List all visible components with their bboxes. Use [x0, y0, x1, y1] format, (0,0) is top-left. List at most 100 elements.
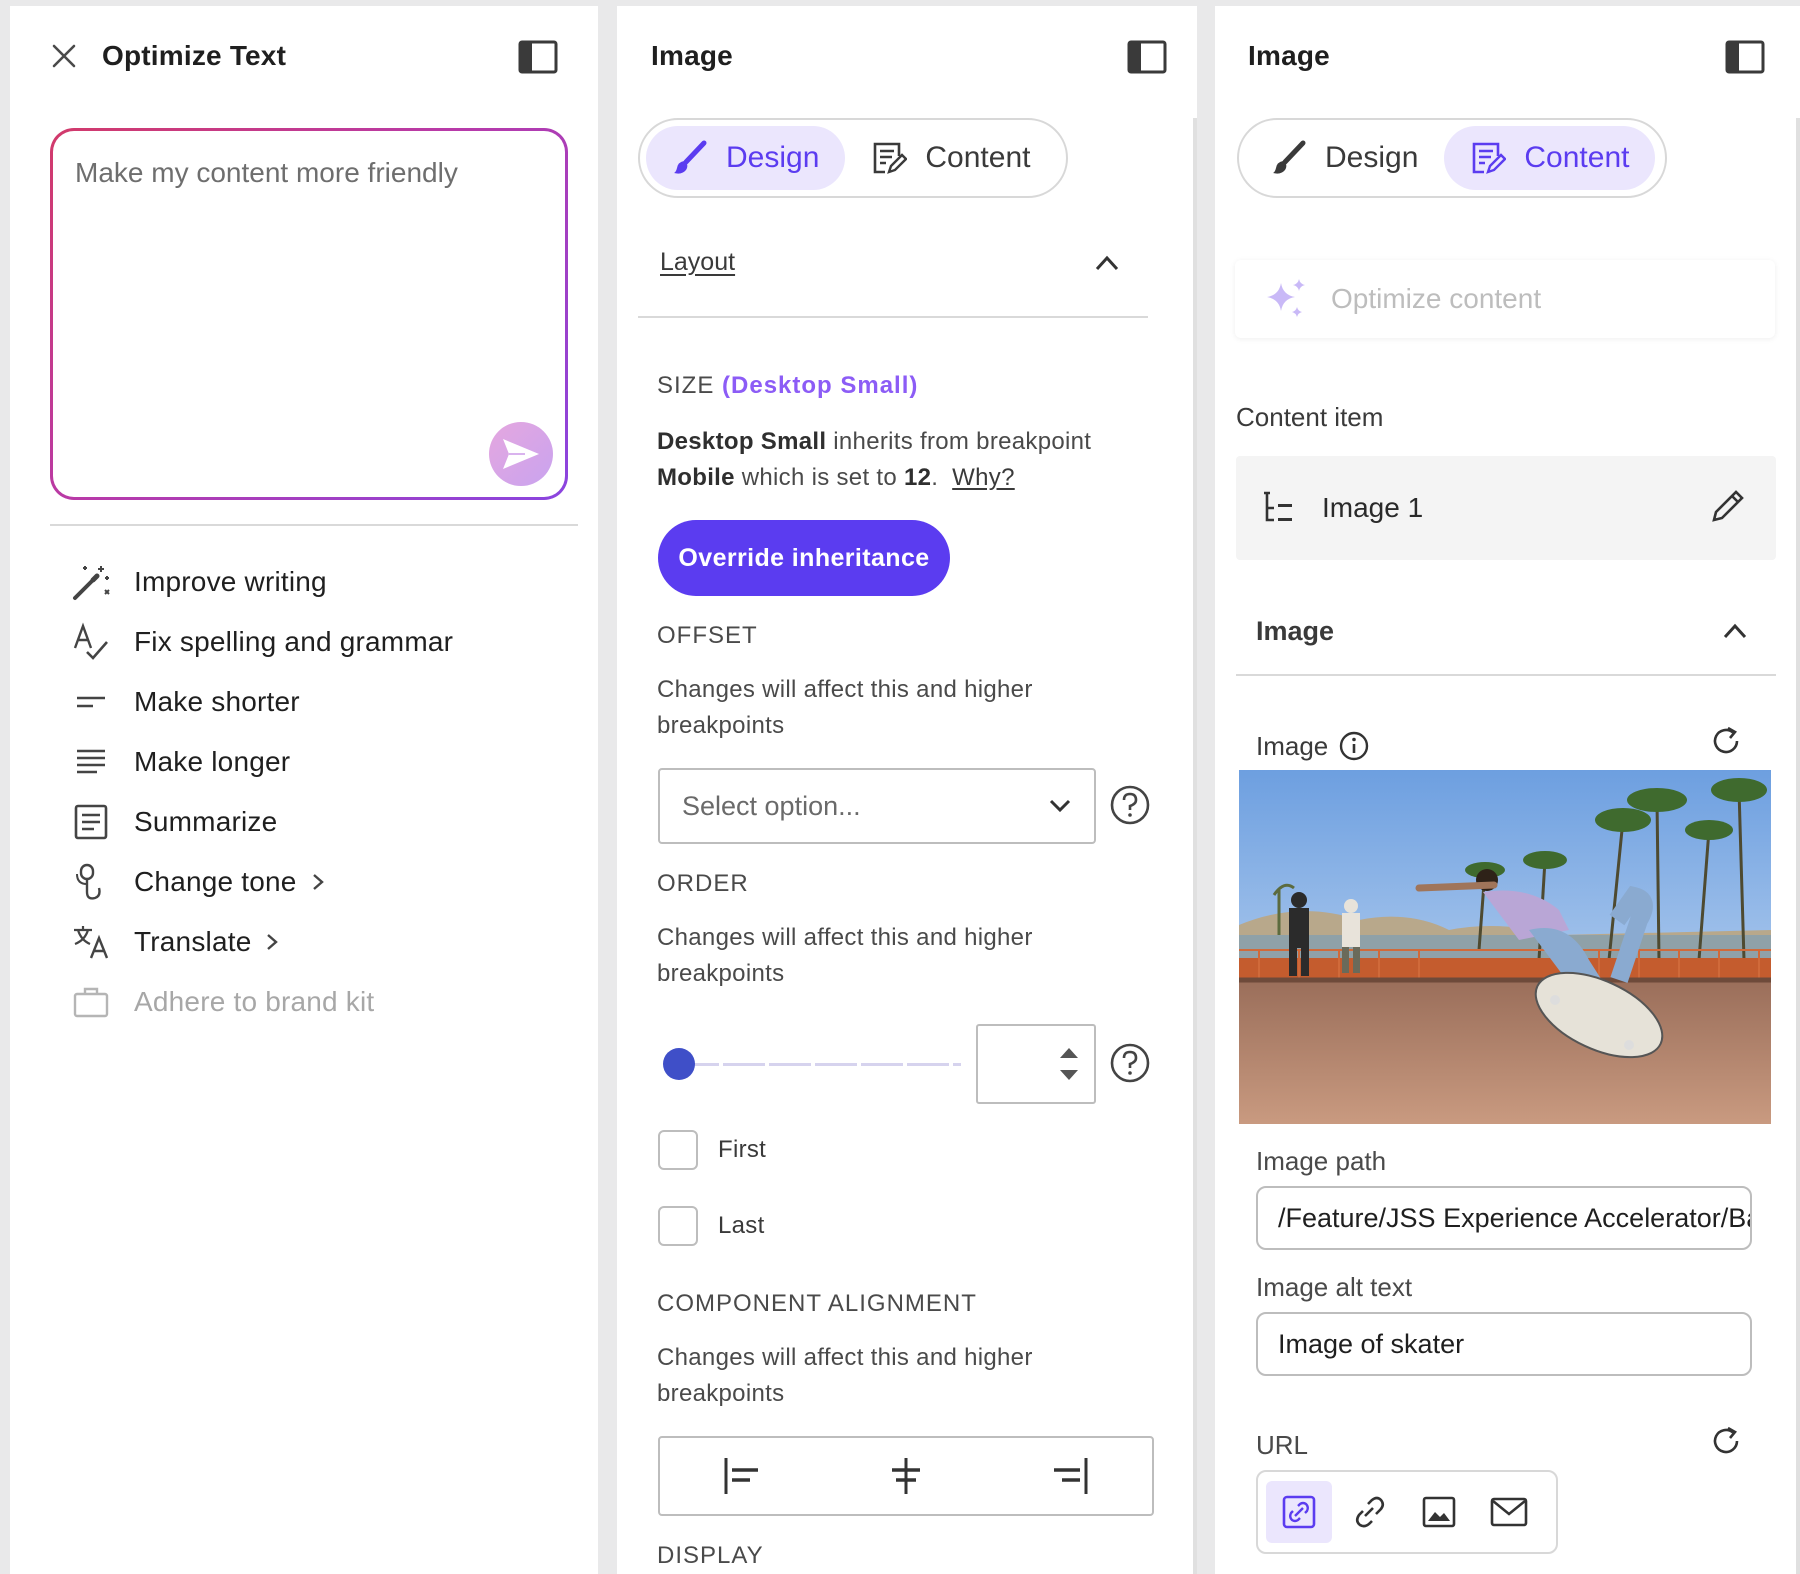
layout-section-header[interactable]: Layout: [638, 248, 1148, 318]
reset-icon[interactable]: [1709, 724, 1743, 758]
slider-track: [677, 1063, 961, 1066]
tab-design[interactable]: Design: [646, 126, 846, 190]
scrollbar[interactable]: [1193, 118, 1197, 1574]
summary-doc-icon: [70, 801, 112, 843]
translate-item[interactable]: Translate: [70, 912, 570, 972]
alignment-description: Changes will affect this and higher brea…: [657, 1344, 1033, 1407]
first-label: First: [718, 1136, 767, 1163]
microphone-icon: [70, 861, 112, 903]
make-longer-item[interactable]: Make longer: [70, 732, 570, 792]
fix-spelling-item[interactable]: Fix spelling and grammar: [70, 612, 570, 672]
brush-icon: [672, 140, 708, 176]
email-link-icon[interactable]: [1476, 1481, 1542, 1543]
internal-link-icon[interactable]: [1266, 1481, 1332, 1543]
optimize-content-button[interactable]: Optimize content: [1235, 260, 1775, 338]
briefcase-icon: [70, 981, 112, 1023]
override-inheritance-button[interactable]: Override inheritance: [658, 520, 950, 596]
spinner-icon[interactable]: [1058, 1044, 1080, 1084]
image-alt-input[interactable]: Image of skater: [1256, 1312, 1752, 1376]
help-icon[interactable]: [1109, 1042, 1151, 1084]
tab-content[interactable]: Content: [1444, 126, 1656, 190]
sparkle-icon: [1265, 277, 1309, 321]
reset-icon[interactable]: [1709, 1424, 1743, 1458]
inherit-text-1: inherits from breakpoint: [833, 428, 1092, 455]
content-item-name: Image 1: [1322, 492, 1424, 523]
close-icon[interactable]: [50, 42, 78, 70]
align-left-icon[interactable]: [712, 1446, 772, 1506]
short-lines-icon: [70, 681, 112, 723]
chevron-right-icon: [311, 872, 325, 892]
tab-content-label: Content: [925, 141, 1031, 174]
spellcheck-icon: [70, 621, 112, 663]
content-item-card[interactable]: Image 1: [1236, 456, 1776, 560]
inherit-text-2: which is set to: [741, 464, 897, 491]
url-label: URL: [1256, 1430, 1309, 1460]
send-icon: [503, 439, 539, 469]
pencil-icon[interactable]: [1710, 488, 1746, 524]
chevron-up-icon: [1094, 254, 1120, 272]
tab-design[interactable]: Design: [1245, 126, 1444, 190]
design-panel: Image Design Content Layout SIZE (Deskto…: [617, 0, 1197, 1574]
chevron-down-icon: [1048, 798, 1072, 814]
info-icon[interactable]: [1338, 730, 1370, 762]
why-link[interactable]: Why?: [952, 464, 1015, 491]
size-caption: SIZE (Desktop Small): [657, 372, 1167, 400]
offset-select-value: Select option...: [682, 790, 861, 821]
order-caption: ORDER: [657, 870, 749, 897]
long-lines-icon: [70, 741, 112, 783]
order-slider[interactable]: [663, 1046, 961, 1082]
align-right-icon[interactable]: [1040, 1446, 1100, 1506]
inheritance-note: Desktop Small inherits from breakpoint M…: [657, 424, 1167, 496]
image-section-header[interactable]: Image: [1236, 596, 1776, 676]
tree-structure-icon: [1260, 490, 1296, 526]
last-checkbox-row[interactable]: Last: [658, 1206, 765, 1246]
content-panel: Image Design Content Optimize content Co…: [1215, 0, 1800, 1574]
panel-title: Image: [651, 40, 733, 71]
summarize-item[interactable]: Summarize: [70, 792, 570, 852]
panel-tabs: Design Content: [638, 118, 1068, 198]
media-link-icon[interactable]: [1406, 1481, 1472, 1543]
magic-wand-icon: [70, 561, 112, 603]
send-button[interactable]: [489, 422, 553, 486]
help-icon[interactable]: [1109, 784, 1151, 826]
improve-writing-item[interactable]: Improve writing: [70, 552, 570, 612]
first-checkbox[interactable]: [658, 1130, 698, 1170]
content-item-heading: Content item: [1236, 402, 1384, 432]
optimize-content-label: Optimize content: [1331, 283, 1542, 314]
tab-content-label: Content: [1524, 141, 1630, 174]
image-path-input[interactable]: /Feature/JSS Experience Accelerator/Basi…: [1256, 1186, 1752, 1250]
layout-label: Layout: [660, 248, 736, 276]
external-link-icon[interactable]: [1336, 1481, 1402, 1543]
panel-toggle-icon[interactable]: [1725, 40, 1765, 74]
alignment-caption: COMPONENT ALIGNMENT: [657, 1290, 977, 1317]
last-checkbox[interactable]: [658, 1206, 698, 1246]
tab-design-label: Design: [726, 141, 820, 174]
tab-content[interactable]: Content: [845, 126, 1056, 190]
brush-icon: [1271, 140, 1307, 176]
skater-image[interactable]: [1239, 770, 1771, 1124]
divider: [50, 524, 578, 526]
optimize-text-panel: Optimize Text Improve writing Fix spelli…: [10, 0, 598, 1574]
align-center-icon[interactable]: [876, 1446, 936, 1506]
offset-select[interactable]: Select option...: [658, 768, 1096, 844]
inherit-period: .: [931, 464, 939, 491]
panel-title: Optimize Text: [102, 40, 287, 71]
translate-label: Translate: [134, 926, 252, 957]
display-caption: DISPLAY: [657, 1542, 764, 1569]
panel-top-border: [10, 0, 598, 6]
first-checkbox-row[interactable]: First: [658, 1130, 766, 1170]
image-alt-label: Image alt text: [1256, 1272, 1413, 1302]
scrollbar[interactable]: [1796, 118, 1800, 1574]
change-tone-item[interactable]: Change tone: [70, 852, 570, 912]
prompt-input[interactable]: [53, 131, 565, 497]
order-number-input[interactable]: [976, 1024, 1096, 1104]
make-shorter-item[interactable]: Make shorter: [70, 672, 570, 732]
slider-handle[interactable]: [663, 1048, 695, 1080]
inherit-value: 12: [903, 464, 932, 491]
order-description: Changes will affect this and higher brea…: [657, 924, 1033, 987]
offset-description: Changes will affect this and higher brea…: [657, 676, 1033, 739]
panel-toggle-icon[interactable]: [518, 40, 558, 74]
panel-toggle-icon[interactable]: [1127, 40, 1167, 74]
fix-spelling-label: Fix spelling and grammar: [134, 626, 454, 657]
size-caption-label: SIZE: [657, 372, 715, 399]
